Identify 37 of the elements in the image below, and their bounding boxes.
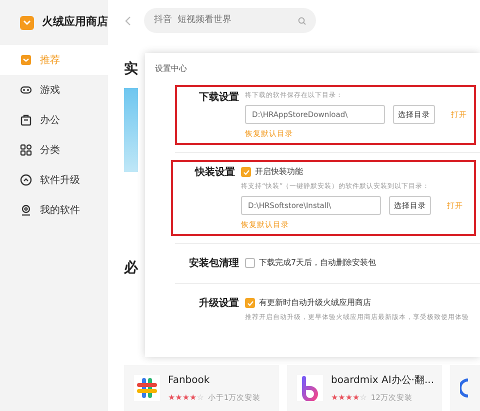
grid-icon (20, 144, 32, 156)
section-heading: 必 (124, 259, 138, 278)
app-icon (134, 375, 160, 401)
app-name: 火绒应用商店 (42, 14, 108, 30)
gamepad-icon (20, 84, 32, 96)
sidebar-item[interactable]: 软件升级 (0, 165, 108, 195)
app-card[interactable] (450, 365, 480, 411)
setting-label: 安装包清理 (188, 257, 239, 270)
search-icon[interactable] (298, 16, 306, 24)
bag-icon (20, 114, 32, 126)
sidebar-item[interactable]: 办公 (0, 105, 108, 135)
option-label: 有更新时自动升级火绒应用商店 (259, 297, 371, 309)
search-field[interactable]: 抖音 短视频看世界 (144, 8, 316, 33)
sidebar-item[interactable]: 我的软件 (0, 195, 108, 225)
user-icon (20, 204, 32, 216)
app-name: Fanbook (168, 374, 211, 388)
checkbox[interactable] (245, 298, 255, 308)
app-icon (460, 378, 470, 398)
checkbox[interactable] (241, 167, 251, 177)
search-input[interactable]: 抖音 短视频看世界 (154, 14, 284, 28)
sidebar-item[interactable]: 分类 (0, 135, 108, 165)
section-heading: 实 (124, 60, 138, 79)
app-icon (297, 375, 323, 401)
setting-label: 快装设置 (194, 166, 235, 180)
upgrade-icon (20, 174, 32, 186)
option-label: 下载完成7天后，自动删除安装包 (259, 257, 376, 269)
logo-icon (20, 16, 34, 30)
app-name: boardmix AI办公·翻... (331, 374, 434, 388)
setting-label: 下载设置 (198, 91, 239, 105)
star-rating: ★★★★☆ (168, 394, 204, 402)
dialog-title: 设置中心 (154, 63, 188, 75)
star-rating: ★★★★☆ (331, 394, 367, 402)
option-label: 开启快装功能 (255, 166, 303, 178)
checkbox[interactable] (245, 258, 255, 268)
back-icon[interactable] (124, 16, 132, 26)
sidebar-item[interactable]: 游戏 (0, 75, 108, 105)
setting-label: 升级设置 (198, 297, 239, 311)
